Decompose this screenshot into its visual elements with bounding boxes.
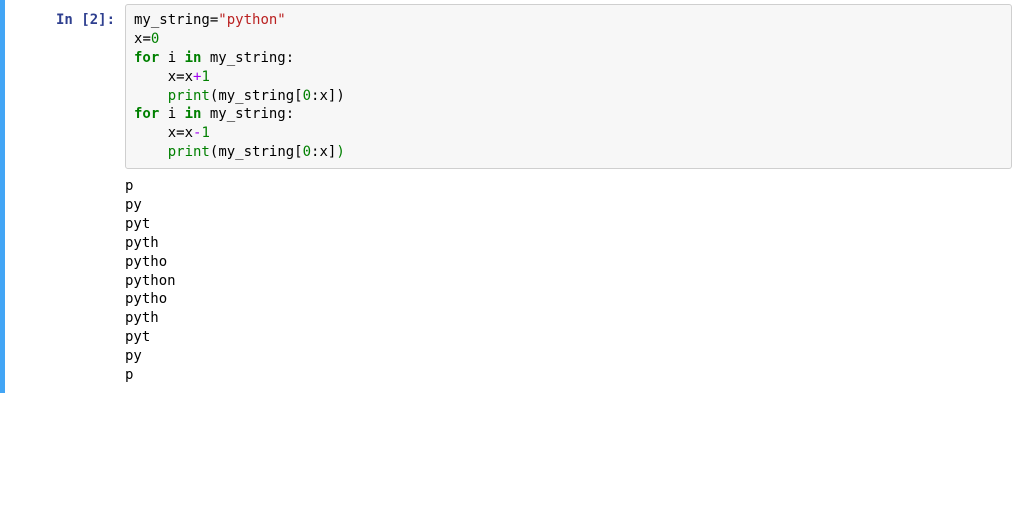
output-line: python <box>125 272 1004 291</box>
output-line: pyt <box>125 328 1004 347</box>
input-prompt: In [2]: <box>5 4 125 385</box>
code-token[interactable]: x <box>319 144 327 160</box>
code-token[interactable]: my_string <box>218 144 294 160</box>
code-token[interactable]: ) <box>336 144 344 160</box>
code-line[interactable]: print(my_string[0:x]) <box>134 143 1003 162</box>
output-line: py <box>125 196 1004 215</box>
output-line: pyth <box>125 234 1004 253</box>
code-token[interactable]: x <box>319 88 327 104</box>
code-token[interactable]: my_string <box>201 106 285 122</box>
output-line: pytho <box>125 253 1004 272</box>
prompt-exec-count: 2 <box>90 12 98 28</box>
code-token[interactable]: in <box>185 50 202 66</box>
code-token[interactable]: x <box>134 69 176 85</box>
code-token[interactable]: = <box>176 69 184 85</box>
output-line: p <box>125 177 1004 196</box>
code-token[interactable]: i <box>159 50 184 66</box>
code-token[interactable]: for <box>134 50 159 66</box>
prompt-bracket-close: ]: <box>98 12 115 28</box>
code-token[interactable]: my_string <box>134 12 210 28</box>
code-token[interactable]: ]) <box>328 88 345 104</box>
notebook-cell: In [2]: my_string="python"x=0for i in my… <box>0 0 1024 393</box>
code-token[interactable]: 0 <box>303 144 311 160</box>
output-line: p <box>125 366 1004 385</box>
code-token[interactable]: i <box>159 106 184 122</box>
code-line[interactable]: print(my_string[0:x]) <box>134 87 1003 106</box>
code-token[interactable]: = <box>142 31 150 47</box>
output-line: pyt <box>125 215 1004 234</box>
code-token[interactable]: x <box>185 69 193 85</box>
code-input-area[interactable]: my_string="python"x=0for i in my_string:… <box>125 4 1012 169</box>
code-line[interactable]: for i in my_string: <box>134 105 1003 124</box>
code-token[interactable]: [ <box>294 144 302 160</box>
code-token[interactable]: = <box>176 125 184 141</box>
output-line: pyth <box>125 309 1004 328</box>
code-token[interactable]: x <box>134 125 176 141</box>
code-token[interactable]: 1 <box>201 69 209 85</box>
prompt-bracket-open: [ <box>81 12 89 28</box>
code-token[interactable]: : <box>286 50 294 66</box>
code-token[interactable]: 0 <box>303 88 311 104</box>
code-token[interactable]: my_string <box>218 88 294 104</box>
code-line[interactable]: for i in my_string: <box>134 49 1003 68</box>
code-line[interactable]: x=0 <box>134 30 1003 49</box>
code-token[interactable]: [ <box>294 88 302 104</box>
code-token[interactable]: 1 <box>201 125 209 141</box>
code-token[interactable] <box>134 88 168 104</box>
code-line[interactable]: x=x+1 <box>134 68 1003 87</box>
output-line: py <box>125 347 1004 366</box>
code-line[interactable]: x=x-1 <box>134 124 1003 143</box>
prompt-in-label: In <box>56 12 81 28</box>
code-token[interactable]: print <box>168 88 210 104</box>
code-token[interactable]: print <box>168 144 210 160</box>
cell-content: my_string="python"x=0for i in my_string:… <box>125 4 1024 385</box>
code-token[interactable]: for <box>134 106 159 122</box>
code-token[interactable]: 0 <box>151 31 159 47</box>
code-token[interactable]: "python" <box>218 12 285 28</box>
output-line: pytho <box>125 290 1004 309</box>
code-line[interactable]: my_string="python" <box>134 11 1003 30</box>
stdout-output: ppypytpythpythopythonpythopythpytpyp <box>125 169 1012 385</box>
code-token[interactable]: x <box>185 125 193 141</box>
code-token[interactable]: my_string <box>201 50 285 66</box>
code-token[interactable] <box>134 144 168 160</box>
code-token[interactable]: in <box>185 106 202 122</box>
code-token[interactable]: : <box>286 106 294 122</box>
